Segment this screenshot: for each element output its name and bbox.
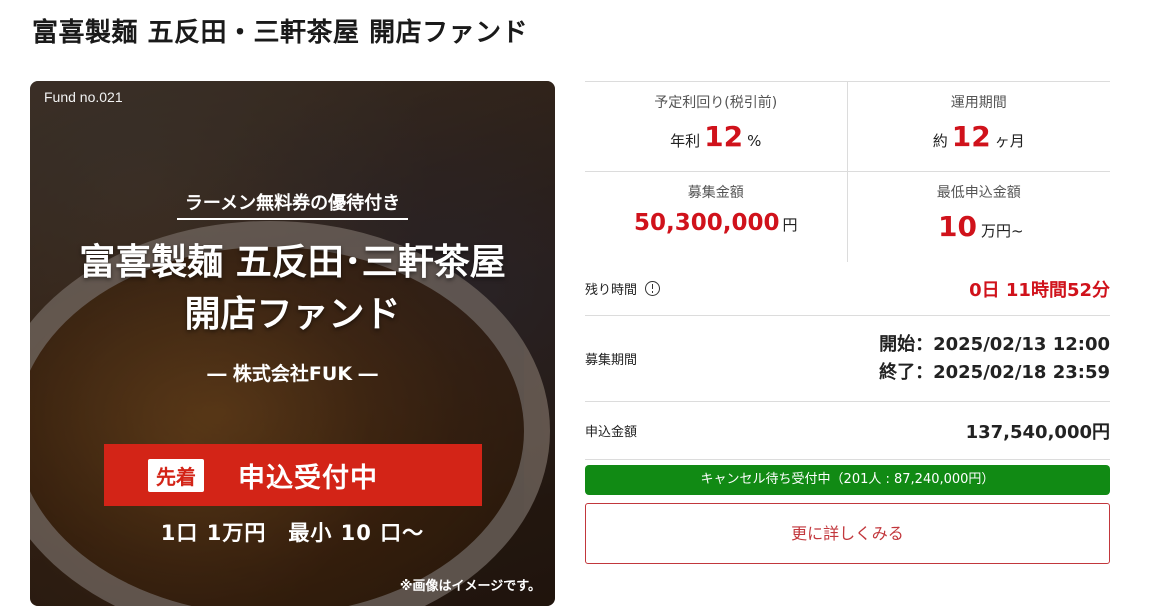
recruitment-period-row: 募集期間 開始：2025/02/13 12:00 終了：2025/02/18 2…: [585, 316, 1110, 402]
stat-label: 最低申込金額: [936, 185, 1021, 201]
page-title: 富喜製麺 五反田・三軒茶屋 開店ファンド: [32, 18, 529, 48]
remaining-time-row: 残り時間 0日 11時間52分: [585, 262, 1110, 316]
fund-hero-image[interactable]: Fund no.021 ラーメン無料券の優待付き 富喜製麺 五反田･三軒茶屋 開…: [30, 81, 555, 606]
hero-title-line1: 富喜製麺 五反田･三軒茶屋: [79, 242, 506, 283]
applied-amount-row: 申込金額 137,540,000円: [585, 402, 1110, 460]
period-label: 募集期間: [585, 353, 638, 368]
stat-minimum-amount: 最低申込金額 10 万円~: [848, 172, 1111, 262]
image-note: ※画像はイメージです。: [399, 579, 541, 594]
status-banner: 先着 申込受付中: [104, 444, 482, 506]
company-name: ― 株式会社FUK ―: [207, 363, 378, 385]
first-come-tag: 先着: [148, 458, 204, 492]
term-prefix: 約: [932, 132, 948, 150]
stat-label: 予定利回り(税引前): [654, 95, 778, 111]
term-value: 12: [951, 120, 991, 153]
stat-term: 運用期間 約 12 ヶ月: [847, 82, 1110, 172]
period-end: 終了：2025/02/18 23:59: [879, 361, 1110, 383]
stat-label: 運用期間: [950, 95, 1007, 111]
clock-icon[interactable]: [645, 281, 661, 296]
term-suffix: ヶ月: [994, 132, 1025, 150]
target-value: 50,300,000: [633, 210, 780, 236]
hero-title: 富喜製麺 五反田･三軒茶屋 開店ファンド: [30, 237, 555, 341]
target-suffix: 円: [782, 216, 798, 234]
yield-value: 12: [704, 120, 744, 153]
minimum-value: 10: [937, 210, 977, 243]
cancel-waitlist-badge: キャンセル待ち受付中（201人 : 87,240,000円）: [585, 465, 1110, 495]
remaining-time: 0日 11時間52分: [969, 279, 1110, 301]
more-details-button[interactable]: 更に詳しくみる: [585, 503, 1110, 564]
minimum-suffix: 万円~: [980, 222, 1024, 240]
period-start: 開始：2025/02/13 12:00: [879, 333, 1110, 355]
yield-suffix: %: [747, 132, 762, 150]
applied-amount: 137,540,000円: [965, 421, 1110, 443]
stat-target-amount: 募集金額 50,300,000 円: [585, 172, 848, 262]
applied-label: 申込金額: [585, 425, 638, 440]
banner-status: 申込受付中: [238, 462, 378, 494]
stat-label: 募集金額: [687, 185, 744, 201]
fund-detail-panel: 予定利回り(税引前) 年利 12% 運用期間 約 12 ヶ月 募集金額 50,300,…: [585, 81, 1110, 564]
unit-info: 1口 1万円 最小 10 口〜: [160, 521, 425, 545]
fund-number: Fund no.021: [44, 89, 123, 105]
stat-grid: 予定利回り(税引前) 年利 12% 運用期間 約 12 ヶ月 募集金額 50,300,…: [585, 81, 1110, 262]
stat-yield: 予定利回り(税引前) 年利 12%: [585, 82, 848, 172]
benefit-badge: ラーメン無料券の優待付き: [176, 189, 409, 220]
yield-prefix: 年利: [670, 132, 701, 150]
hero-title-line2: 開店ファンド: [184, 294, 401, 335]
remaining-label: 残り時間: [585, 283, 638, 298]
